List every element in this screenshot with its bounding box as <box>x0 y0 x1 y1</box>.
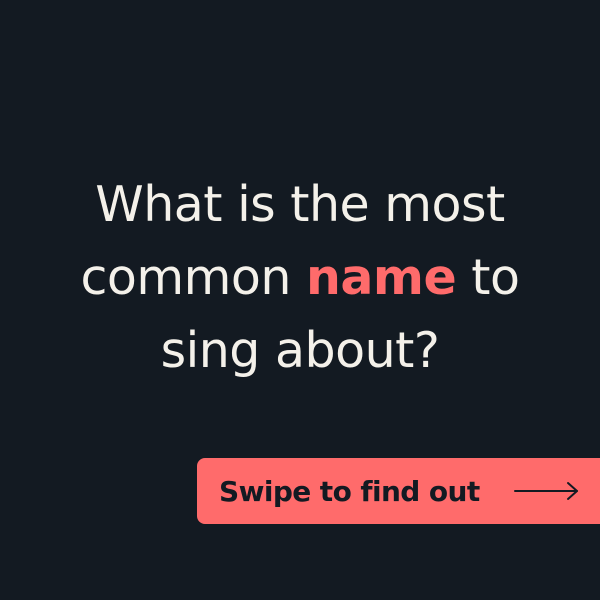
swipe-cta-button[interactable]: Swipe to find out <box>197 458 600 524</box>
headline-text-before-highlight: common <box>80 249 306 306</box>
swipe-cta-label: Swipe to find out <box>219 474 480 508</box>
headline-line-3: sing about? <box>160 322 440 379</box>
promo-card: What is the most common name to sing abo… <box>0 0 600 600</box>
headline-highlight-word: name <box>305 249 457 306</box>
headline-text-after-highlight: to <box>456 249 520 306</box>
headline-line-1: What is the most <box>95 176 505 233</box>
arrow-right-icon <box>514 482 578 500</box>
headline-line-2: common name to <box>0 241 600 314</box>
headline: What is the most common name to sing abo… <box>0 168 600 387</box>
